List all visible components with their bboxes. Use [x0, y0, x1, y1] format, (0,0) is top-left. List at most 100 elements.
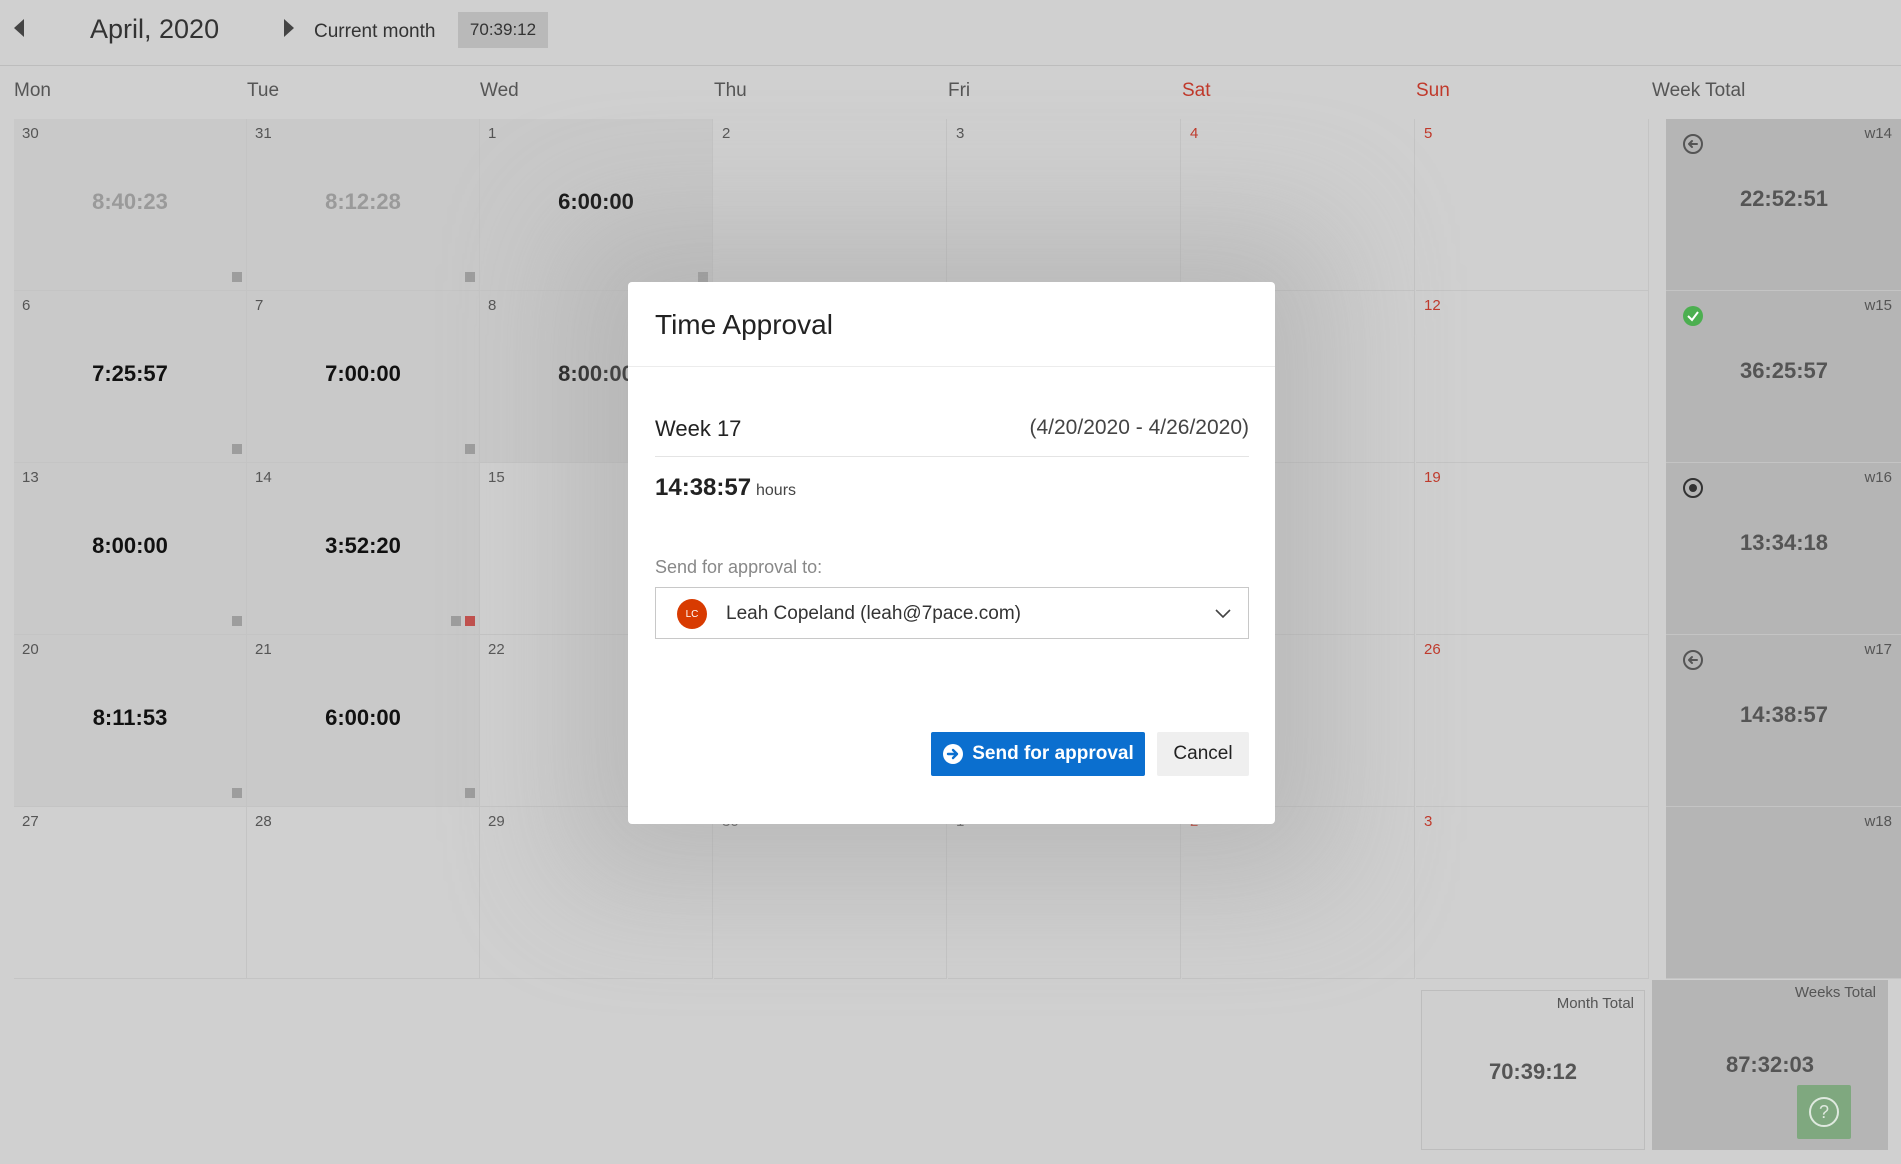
day-number: 13 — [22, 469, 39, 486]
day-number: 31 — [255, 125, 272, 142]
month-total-box: Month Total 70:39:12 — [1421, 990, 1645, 1150]
send-for-approval-label: Send for approval — [972, 743, 1134, 764]
day-number: 22 — [488, 641, 505, 658]
day-cell[interactable]: 21 6:00:00 — [247, 635, 480, 807]
day-number: 29 — [488, 813, 505, 830]
chevron-down-icon — [1215, 609, 1231, 619]
day-cell[interactable]: 13 8:00:00 — [14, 463, 247, 635]
day-tracked-time: 8:11:53 — [92, 705, 168, 730]
day-tracked-time: 8:12:28 — [325, 189, 401, 214]
day-header-wed: Wed — [480, 80, 519, 101]
weeks-total-value: 87:32:03 — [1725, 1052, 1815, 1077]
entry-marker-icon — [465, 788, 475, 798]
week-divider — [655, 456, 1249, 457]
avatar: LC — [677, 599, 707, 629]
back-arrow-circle-icon — [1683, 134, 1703, 154]
weeks-total-box: Weeks Total 87:32:03 — [1652, 980, 1888, 1150]
cancel-button[interactable]: Cancel — [1157, 732, 1249, 776]
day-number: 14 — [255, 469, 272, 486]
day-header-tue: Tue — [247, 80, 280, 101]
day-number: 5 — [1424, 125, 1433, 142]
day-cell[interactable]: 27 — [14, 807, 247, 979]
weeks-total-label: Weeks Total — [1794, 984, 1876, 1001]
day-number: 26 — [1424, 641, 1441, 658]
week-total-cell[interactable]: w14 22:52:51 — [1666, 119, 1901, 291]
day-tracked-time: 8:00:00 — [92, 533, 168, 558]
week-date-range: (4/20/2020 - 4/26/2020) — [1029, 416, 1250, 439]
day-cell[interactable]: 4 — [1182, 119, 1415, 291]
day-number: 21 — [255, 641, 272, 658]
entry-marker-icon — [451, 616, 461, 626]
day-header-week-total: Week Total — [1652, 80, 1746, 101]
hours-unit: hours — [756, 482, 797, 499]
next-month-arrow-icon[interactable] — [284, 19, 294, 37]
day-cell[interactable]: 14 3:52:20 — [247, 463, 480, 635]
day-cell[interactable]: 31 8:12:28 — [247, 119, 480, 291]
day-cell[interactable]: 29 — [480, 807, 713, 979]
day-number: 2 — [722, 125, 731, 142]
month-total-label: Month Total — [1556, 995, 1634, 1012]
day-cell[interactable]: 30 8:40:23 — [14, 119, 247, 291]
day-cell[interactable]: 1 6:00:00 — [480, 119, 713, 291]
time-approval-dialog: Time Approval Week 17 (4/20/2020 - 4/26/… — [628, 282, 1275, 824]
approver-name: Leah Copeland (leah@7pace.com) — [726, 603, 1021, 624]
send-for-approval-button[interactable]: Send for approval — [931, 732, 1145, 776]
current-month-link[interactable]: Current month — [314, 21, 435, 43]
week-total-cell[interactable]: w15 36:25:57 — [1666, 291, 1901, 463]
day-number: 27 — [22, 813, 39, 830]
day-cell[interactable]: 1 — [948, 807, 1181, 979]
week-number-label: w18 — [1864, 813, 1892, 830]
day-number: 7 — [255, 297, 264, 314]
week-number-label: w17 — [1864, 641, 1892, 658]
week-total-cell[interactable]: w17 14:38:57 — [1666, 635, 1901, 807]
day-number: 30 — [22, 125, 39, 142]
week-total-cell[interactable]: w18 — [1666, 807, 1901, 979]
day-cell[interactable]: 19 — [1416, 463, 1649, 635]
day-tracked-time: 6:00:00 — [558, 189, 634, 214]
day-header-mon: Mon — [14, 80, 51, 101]
day-cell[interactable]: 28 — [247, 807, 480, 979]
calendar-toolbar: April, 2020 Current month 70:39:12 — [0, 0, 1901, 66]
previous-month-arrow-icon[interactable] — [14, 19, 24, 37]
day-tracked-time: 6:00:00 — [325, 705, 401, 730]
day-cell[interactable]: 3 — [1416, 807, 1649, 979]
day-header-thu: Thu — [714, 80, 747, 101]
day-cell[interactable]: 2 — [1182, 807, 1415, 979]
entry-marker-icon — [465, 272, 475, 282]
day-cell[interactable]: 20 8:11:53 — [14, 635, 247, 807]
day-number: 15 — [488, 469, 505, 486]
entry-marker-icon — [232, 272, 242, 282]
arrow-right-circle-icon — [943, 744, 964, 764]
entry-marker-icon — [465, 444, 475, 454]
day-number: 1 — [488, 125, 497, 142]
day-cell[interactable]: 26 — [1416, 635, 1649, 807]
help-button[interactable]: ? — [1797, 1085, 1851, 1139]
day-number: 3 — [956, 125, 965, 142]
day-number: 20 — [22, 641, 39, 658]
day-number: 3 — [1424, 813, 1433, 830]
day-number: 6 — [22, 297, 31, 314]
hours-value: 14:38:57 — [655, 474, 752, 501]
dialog-title: Time Approval — [655, 309, 833, 340]
day-tracked-time: 7:00:00 — [325, 361, 401, 386]
day-cell[interactable]: 7 7:00:00 — [247, 291, 480, 463]
week-number-label: w14 — [1864, 125, 1892, 142]
approved-check-icon — [1683, 306, 1703, 326]
day-cell[interactable]: 12 — [1416, 291, 1649, 463]
approver-dropdown[interactable]: LC Leah Copeland (leah@7pace.com) — [655, 587, 1249, 639]
day-cell[interactable]: 2 — [714, 119, 947, 291]
day-cell[interactable]: 30 — [714, 807, 947, 979]
week-total-cell[interactable]: w16 13:34:18 — [1666, 463, 1901, 635]
dialog-divider — [628, 366, 1275, 367]
day-cell[interactable]: 5 — [1416, 119, 1649, 291]
day-cell[interactable]: 6 7:25:57 — [14, 291, 247, 463]
entry-marker-icon — [232, 788, 242, 798]
approval-recipient-label: Send for approval to: — [655, 557, 823, 577]
day-tracked-time: 8:40:23 — [92, 189, 168, 214]
month-title: April, 2020 — [90, 14, 220, 44]
week-label: Week 17 — [655, 416, 742, 441]
week-total-time: 36:25:57 — [1739, 358, 1829, 383]
day-cell[interactable]: 3 — [948, 119, 1181, 291]
day-tracked-time: 3:52:20 — [325, 533, 401, 558]
day-number: 8 — [488, 297, 497, 314]
